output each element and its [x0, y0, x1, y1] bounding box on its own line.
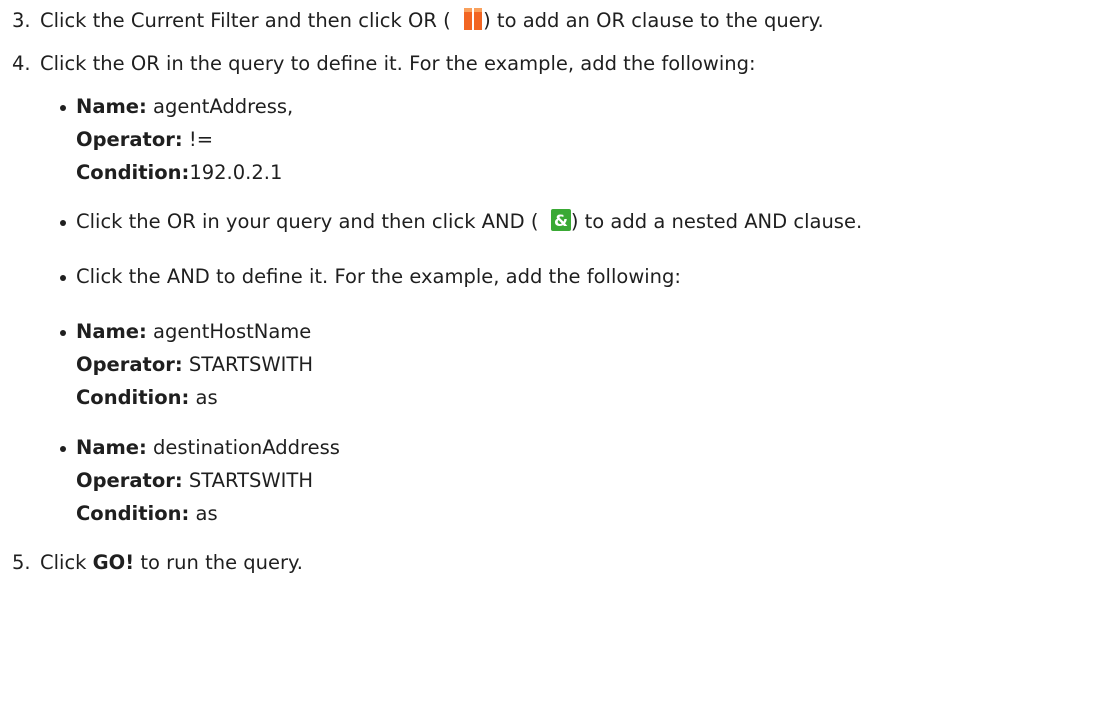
list-item: Name: destinationAddress: [76, 435, 340, 461]
list-item-line: Condition: as: [76, 385, 218, 411]
list-item: Click the AND to define it. For the exam…: [76, 264, 681, 290]
name-label: Name:: [76, 95, 147, 118]
condition-label: Condition:: [76, 161, 190, 184]
step-number: 4.: [12, 52, 31, 75]
step-3-text-pre: Click the Current Filter and then click …: [40, 9, 451, 32]
b3-text: Click the AND to define it. For the exam…: [76, 265, 681, 288]
bullet: [60, 446, 66, 452]
operator-value: !=: [182, 128, 214, 151]
list-item: Click the OR in your query and then clic…: [76, 209, 862, 238]
bullet: [60, 105, 66, 111]
list-item-line: Condition:192.0.2.1: [76, 160, 282, 186]
list-item-line: Operator: STARTSWITH: [76, 352, 313, 378]
name-label: Name:: [76, 320, 147, 343]
step-number: 5.: [12, 551, 31, 574]
and-icon: &: [550, 209, 571, 238]
operator-label: Operator:: [76, 353, 183, 376]
condition-value: 192.0.2.1: [189, 161, 283, 184]
bullet: [60, 275, 66, 281]
list-item: Name: agentAddress,: [76, 94, 293, 120]
step-4-text: Click the OR in the query to define it. …: [40, 52, 756, 75]
name-value: destinationAddress: [146, 436, 340, 459]
list-item-line: Condition: as: [76, 501, 218, 527]
operator-label: Operator:: [76, 469, 183, 492]
bullet: [60, 330, 66, 336]
name-value: agentAddress,: [146, 95, 294, 118]
list-item-line: Operator: !=: [76, 127, 213, 153]
operator-label: Operator:: [76, 128, 183, 151]
step-number: 3.: [12, 9, 31, 32]
b2-text-post: ) to add a nested AND clause.: [570, 210, 863, 233]
name-value: agentHostName: [146, 320, 312, 343]
bullet: [60, 220, 66, 226]
step-5-text-post: to run the query.: [134, 551, 303, 574]
or-icon: [463, 8, 483, 37]
b2-text-pre: Click the OR in your query and then clic…: [76, 210, 539, 233]
name-label: Name:: [76, 436, 147, 459]
svg-text:&: &: [554, 211, 568, 230]
condition-value: as: [189, 386, 218, 409]
condition-value: as: [189, 502, 218, 525]
step-5-text-pre: Click: [40, 551, 93, 574]
operator-value: STARTSWITH: [182, 353, 314, 376]
step-3-text-post: ) to add an OR clause to the query.: [483, 9, 824, 32]
operator-value: STARTSWITH: [182, 469, 314, 492]
step-4: 4. Click the OR in the query to define it…: [12, 51, 756, 77]
list-item: Name: agentHostName: [76, 319, 311, 345]
condition-label: Condition:: [76, 502, 190, 525]
go-label: GO!: [92, 551, 135, 574]
step-3: 3. Click the Current Filter and then clic…: [12, 8, 824, 37]
list-item-line: Operator: STARTSWITH: [76, 468, 313, 494]
step-5: 5. Click GO! to run the query.: [12, 550, 303, 576]
condition-label: Condition:: [76, 386, 190, 409]
